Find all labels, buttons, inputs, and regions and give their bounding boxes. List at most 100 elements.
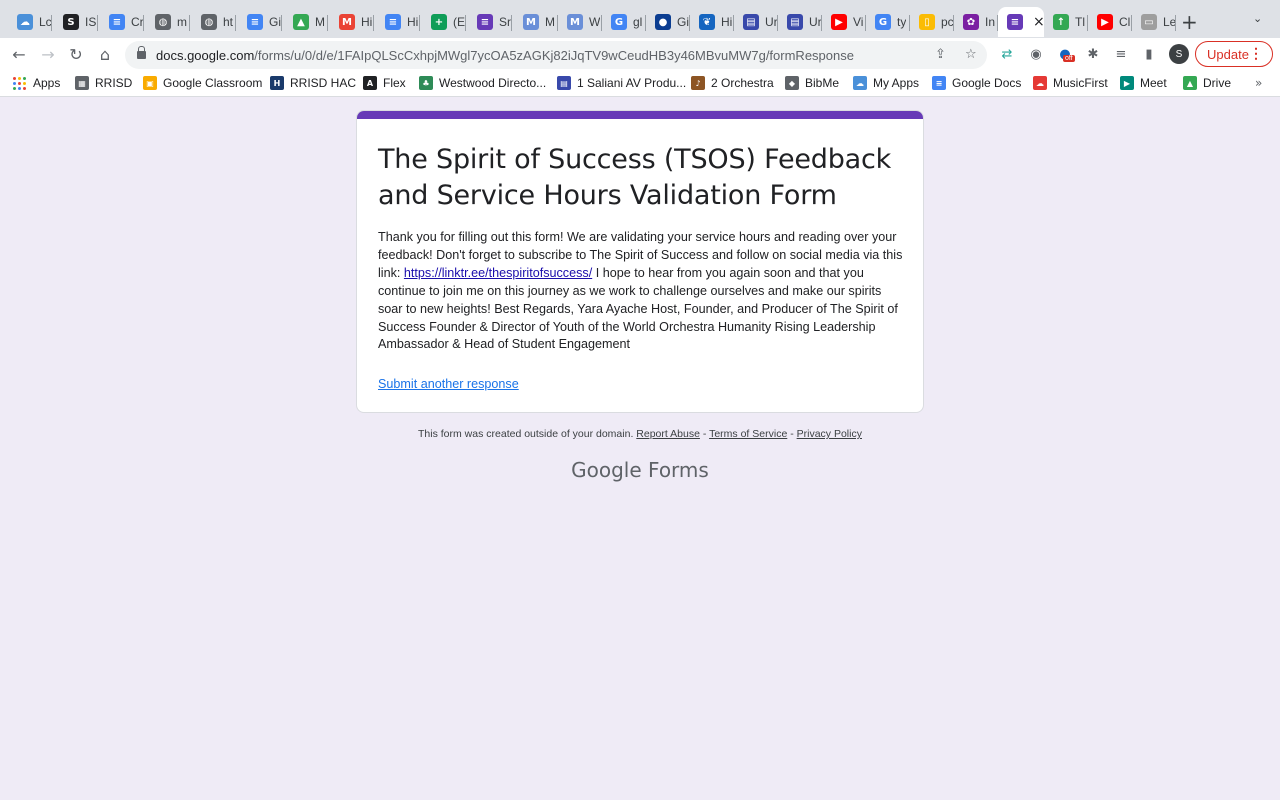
browser-tab[interactable]: ✿ In — [954, 7, 998, 37]
close-tab-icon[interactable]: × — [1033, 14, 1044, 30]
terms-of-service-link[interactable]: Terms of Service — [709, 428, 787, 440]
report-abuse-link[interactable]: Report Abuse — [636, 428, 700, 440]
home-button[interactable]: ⌂ — [94, 43, 116, 65]
google-icon: G — [875, 14, 891, 30]
tab-title: gl — [633, 15, 643, 29]
calendar-icon: ▤ — [743, 14, 759, 30]
browser-tab[interactable]: ▤ Ur — [778, 7, 822, 37]
tab-title: pc — [941, 15, 954, 29]
bookmark-item[interactable]: ▦ RRISD — [75, 76, 132, 90]
extension-arrows-icon[interactable]: ⇄ — [998, 45, 1016, 63]
bookmark-star-icon[interactable]: ☆ — [965, 47, 977, 62]
document-icon: ▭ — [1141, 14, 1157, 30]
tab-title: ht — [223, 15, 234, 29]
tab-title: Hi — [721, 15, 733, 29]
docs-icon: ≡ — [109, 14, 125, 30]
bookmark-item[interactable]: ☁ MusicFirst — [1033, 76, 1108, 90]
share-icon[interactable]: ⇪ — [935, 47, 946, 62]
browser-tab[interactable]: ● Gi — [646, 7, 690, 37]
extension-globe-icon[interactable]: ● off — [1056, 45, 1075, 63]
youtube-icon: ▶ — [1097, 14, 1113, 30]
browser-tab[interactable]: ≡ Gi — [238, 7, 282, 37]
tab-search-chevron-icon[interactable]: ⌄ — [1253, 12, 1262, 25]
tab-title: Cl — [1119, 15, 1131, 29]
browser-tab[interactable]: ☁ Lc — [8, 7, 52, 37]
browser-tab[interactable]: ◍ ht — [192, 7, 236, 37]
tab-title: ty — [897, 15, 907, 29]
url-host: docs.google.com — [156, 47, 255, 63]
footer-separator: - — [787, 428, 797, 440]
bookmark-label: RRISD HAC — [290, 76, 357, 90]
browser-tab[interactable]: ▶ Vi — [822, 7, 866, 37]
browser-tab[interactable]: ❦ Hi — [690, 7, 734, 37]
browser-tab[interactable]: ≡ Hi — [376, 7, 420, 37]
google-icon: G — [611, 14, 627, 30]
browser-tab[interactable]: ≡ × — [998, 7, 1044, 37]
bookmark-label: Drive — [1203, 76, 1232, 90]
logo-google-text: Google — [571, 458, 642, 482]
bookmark-item[interactable]: ▣ Google Classroom — [143, 76, 262, 90]
browser-tab[interactable]: Gty — [866, 7, 910, 37]
browser-tab[interactable]: ▯ pc — [910, 7, 954, 37]
bookmark-item[interactable]: H RRISD HAC — [270, 76, 356, 90]
browser-tab[interactable]: ◍ m — [146, 7, 190, 37]
url-text[interactable]: docs.google.com/forms/u/0/d/e/1FAIpQLScC… — [156, 48, 854, 63]
browser-toolbar: ← → ↻ ⌂ docs.google.com/forms/u/0/d/e/1F… — [0, 38, 1280, 70]
browser-tab[interactable]: MW — [558, 7, 602, 37]
browser-tab[interactable]: + (E — [422, 7, 466, 37]
reload-button[interactable]: ↻ — [65, 43, 87, 65]
bookmark-item[interactable]: ☁ My Apps — [853, 76, 919, 90]
tab-title: IS — [85, 15, 97, 29]
bookmark-item[interactable]: ▲ Drive — [1183, 76, 1231, 90]
linktree-link[interactable]: https://linktr.ee/thespiritofsuccess/ — [404, 266, 592, 280]
form-accent-bar — [357, 111, 923, 119]
browser-tab[interactable]: Ggl — [602, 7, 646, 37]
profile-avatar[interactable]: S — [1169, 44, 1189, 64]
bookmark-item[interactable]: ◆ BibMe — [785, 76, 839, 90]
browser-tab[interactable]: ▤ Ur — [734, 7, 778, 37]
extension-spy-icon[interactable]: ◉ — [1027, 45, 1045, 63]
lock-icon[interactable] — [137, 46, 146, 60]
browser-tab[interactable]: ↑ Tl — [1044, 7, 1088, 37]
cloud-icon: ☁ — [853, 76, 867, 90]
side-panel-icon[interactable]: ▮ — [1140, 45, 1158, 63]
address-bar[interactable]: docs.google.com/forms/u/0/d/e/1FAIpQLScC… — [125, 41, 987, 69]
tab-title: (E — [453, 15, 465, 29]
docs-icon: ≡ — [247, 14, 263, 30]
privacy-policy-link[interactable]: Privacy Policy — [797, 428, 862, 440]
browser-tab[interactable]: ≡ Cr — [100, 7, 144, 37]
forward-button[interactable]: → — [37, 43, 59, 65]
submit-another-response-link[interactable]: Submit another response — [378, 377, 519, 391]
browser-tab[interactable]: MM — [514, 7, 558, 37]
bookmark-item[interactable]: A Flex — [363, 76, 406, 90]
bookmark-item[interactable]: ≡ Google Docs — [932, 76, 1021, 90]
cloud-icon: ☁ — [17, 14, 33, 30]
browser-tab[interactable]: ▲ M — [284, 7, 328, 37]
drive-icon: ▲ — [1183, 76, 1197, 90]
bookmark-label: 2 Orchestra — [711, 76, 774, 90]
update-button[interactable]: Update ⋮ — [1195, 41, 1273, 67]
browser-tab[interactable]: ≡ Sr — [468, 7, 512, 37]
browser-tab[interactable]: M Hi — [330, 7, 374, 37]
bookmark-item[interactable]: ▤ 1 Saliani AV Produ... — [557, 76, 686, 90]
new-tab-button[interactable]: + — [1181, 10, 1198, 34]
bookmark-label: MusicFirst — [1053, 76, 1108, 90]
bookmarks-more-button[interactable]: » — [1255, 76, 1262, 90]
google-forms-logo[interactable]: Google Forms — [356, 458, 924, 482]
bookmark-item[interactable]: ♣ Westwood Directo... — [419, 76, 546, 90]
reading-list-icon[interactable]: ≡ — [1112, 45, 1130, 63]
bookmark-item[interactable]: Apps — [13, 76, 60, 90]
url-path: /forms/u/0/d/e/1FAIpQLScCxhpjMWgl7ycOA5z… — [254, 47, 854, 63]
extensions-puzzle-icon[interactable]: ✱ — [1084, 45, 1102, 63]
bookmark-item[interactable]: ▶ Meet — [1120, 76, 1167, 90]
bookmark-label: Meet — [1140, 76, 1167, 90]
browser-tab[interactable]: ▶ Cl — [1088, 7, 1132, 37]
bookmark-item[interactable]: ♪ 2 Orchestra — [691, 76, 774, 90]
back-button[interactable]: ← — [8, 43, 30, 65]
globe-icon: ◍ — [201, 14, 217, 30]
menu-dots-icon: ⋮ — [1249, 45, 1263, 61]
tab-title: Ur — [765, 15, 778, 29]
tab-title: Ur — [809, 15, 822, 29]
browser-tab[interactable]: S IS — [54, 7, 98, 37]
browser-tab[interactable]: ▭ Le — [1132, 7, 1176, 37]
